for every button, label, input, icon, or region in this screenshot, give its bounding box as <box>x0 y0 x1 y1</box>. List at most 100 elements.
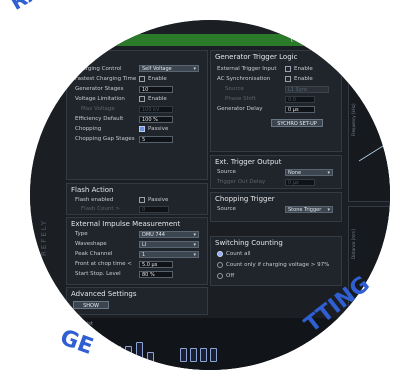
side-brand-label: REFELY <box>40 219 48 256</box>
impulse-bar <box>180 348 187 362</box>
flash-action-panel: Flash Action Flash enabled Passive Flash… <box>66 183 208 215</box>
ext-output-source-value: None <box>288 170 302 176</box>
voltage-limitation-label: Voltage Limitation <box>75 96 125 102</box>
generator-stages-input[interactable]: 10 <box>139 86 173 93</box>
chopping-gap-input[interactable]: 5 <box>139 136 173 143</box>
ac-sync-enable-label: Enable <box>294 76 313 82</box>
switching-counting-title: Switching Counting <box>215 239 283 247</box>
impulse-bar <box>147 352 154 370</box>
front-chop-label: Front at chop time < <box>75 261 132 267</box>
impulse-bar <box>114 346 121 370</box>
fastest-charging-checkbox[interactable] <box>139 76 145 82</box>
charging-control-label: Charging Control <box>75 66 122 72</box>
window-title: [Generator St <box>290 36 350 43</box>
phase-shift-label: Phase Shift <box>225 96 256 102</box>
chevron-down-icon: ▾ <box>193 66 196 72</box>
impulse-bar <box>136 342 143 370</box>
sync-source-select[interactable]: L1 Sync <box>285 86 329 93</box>
chevron-down-icon: ▾ <box>327 207 330 213</box>
ac-sync-label: AC Synchronisation <box>217 76 271 82</box>
ext-output-source-select[interactable]: None ▾ <box>285 169 333 176</box>
ext-trigger-checkbox[interactable] <box>285 66 291 72</box>
count-off-radio[interactable] <box>217 273 223 279</box>
peak-channel-value: 1 <box>142 252 146 258</box>
flash-passive-label: Passive <box>148 197 169 203</box>
impulse-bar <box>210 348 217 362</box>
chopping-checkbox[interactable] <box>139 126 145 132</box>
sync-source-label: Source <box>225 86 244 92</box>
chopping-trigger-title: Chopping Trigger <box>215 195 275 203</box>
charging-control-value: Self Voltage <box>142 66 172 72</box>
chevron-down-icon: ▾ <box>193 242 196 248</box>
efficiency-label: Efficiency Default <box>75 116 124 122</box>
ext-output-source-label: Source <box>217 169 236 175</box>
phase-shift-input[interactable]: 0.0 <box>285 96 315 103</box>
peak-channel-label: Peak Channel <box>75 251 113 257</box>
efficiency-input[interactable]: 100 % <box>139 116 173 123</box>
chopping-passive-label: Passive <box>148 126 169 132</box>
advanced-settings-title: Advanced Settings <box>71 290 137 298</box>
fastest-enable-label: Enable <box>148 76 167 82</box>
flash-enabled-label: Flash enabled <box>75 197 114 203</box>
impulse-type-value: DMU 744 <box>142 232 165 238</box>
ac-sync-checkbox[interactable] <box>285 76 291 82</box>
chevron-down-icon: ▾ <box>193 252 196 258</box>
fastest-charging-label: Fastest Charging Time <box>75 76 137 82</box>
distance-axis-label: Distance [mm] <box>351 229 356 259</box>
generator-stages-label: Generator Stages <box>75 86 124 92</box>
trigger-out-delay-label: Trigger Out Delay <box>217 179 266 185</box>
frequency-graph: Frequency [kHz] <box>348 80 390 202</box>
count-off-label: Off <box>226 273 235 279</box>
impulse-bar <box>125 346 132 370</box>
chevron-down-icon: ▾ <box>327 170 330 176</box>
chopping-gap-label: Chopping Gap Stages <box>75 136 135 142</box>
generator-delay-label: Generator Delay <box>217 106 263 112</box>
window-title-bar: [Generator St <box>30 34 390 46</box>
chopping-trigger-panel: Chopping Trigger Source Stone Trigger ▾ <box>210 192 342 222</box>
impulse-bar <box>200 348 207 362</box>
voltage-limitation-checkbox[interactable] <box>139 96 145 102</box>
generator-delay-input[interactable]: 0 µs <box>285 106 315 113</box>
trigger-logic-panel: Generator Trigger Logic External Trigger… <box>210 50 342 152</box>
chopping-source-label: Source <box>217 206 236 212</box>
waveshape-label: Waveshape <box>75 241 107 247</box>
flash-count-input[interactable]: 0 <box>139 206 169 213</box>
peak-channel-select[interactable]: 1 ▾ <box>139 251 199 258</box>
screenshot-stage: [Generator St System Charging Control Se… <box>0 0 401 379</box>
switching-counting-panel: Switching Counting Count all Count only … <box>210 236 342 286</box>
synchro-setup-button[interactable]: SYCHRO SET-UP <box>271 119 323 127</box>
chopping-label: Chopping <box>75 126 102 132</box>
frequency-plot <box>358 141 390 162</box>
flash-count-label: Flash Count > <box>81 206 120 212</box>
count-all-label: Count all <box>226 251 251 257</box>
advanced-settings-panel: Advanced Settings SHOW <box>66 287 208 315</box>
trigger-out-delay-input[interactable]: 0 µs <box>285 179 315 186</box>
chevron-down-icon: ▾ <box>193 232 196 238</box>
impulse-type-label: Type <box>75 231 88 237</box>
chopping-source-value: Stone Trigger <box>288 207 322 213</box>
flash-checkbox[interactable] <box>139 197 145 203</box>
ext-trigger-output-panel: Ext. Trigger Output Source None ▾ Trigger… <box>210 155 342 189</box>
sync-source-value: L1 Sync <box>288 87 308 93</box>
ext-trigger-input-label: External Trigger Input <box>217 66 277 72</box>
flash-action-title: Flash Action <box>71 186 114 194</box>
impulse-type-select[interactable]: DMU 744 ▾ <box>139 231 199 238</box>
impulse-measurement-panel: External Impulse Measurement Type DMU 74… <box>66 217 208 285</box>
ext-trigger-enable-label: Enable <box>294 66 313 72</box>
count-conditional-label: Count only if charging voltage > 97% <box>226 262 330 268</box>
count-all-radio[interactable] <box>217 251 223 257</box>
system-title: System <box>71 53 98 61</box>
chopping-source-select[interactable]: Stone Trigger ▾ <box>285 206 333 213</box>
overlay-text-top-left: RA <box>6 0 45 15</box>
impulse-title: External Impulse Measurement <box>71 220 181 228</box>
charging-control-select[interactable]: Self Voltage ▾ <box>139 65 199 72</box>
start-stop-input[interactable]: 80 % <box>139 271 173 278</box>
count-conditional-radio[interactable] <box>217 262 223 268</box>
waveshape-select[interactable]: LI ▾ <box>139 241 199 248</box>
front-chop-input[interactable]: 5.0 µs <box>139 261 173 268</box>
ext-trigger-output-title: Ext. Trigger Output <box>215 158 282 166</box>
show-advanced-button[interactable]: SHOW <box>73 301 109 309</box>
system-panel: System Charging Control Self Voltage ▾ Fa… <box>66 50 208 180</box>
max-voltage-input[interactable]: 100 kV <box>139 106 173 113</box>
impulse-bar <box>190 348 197 362</box>
